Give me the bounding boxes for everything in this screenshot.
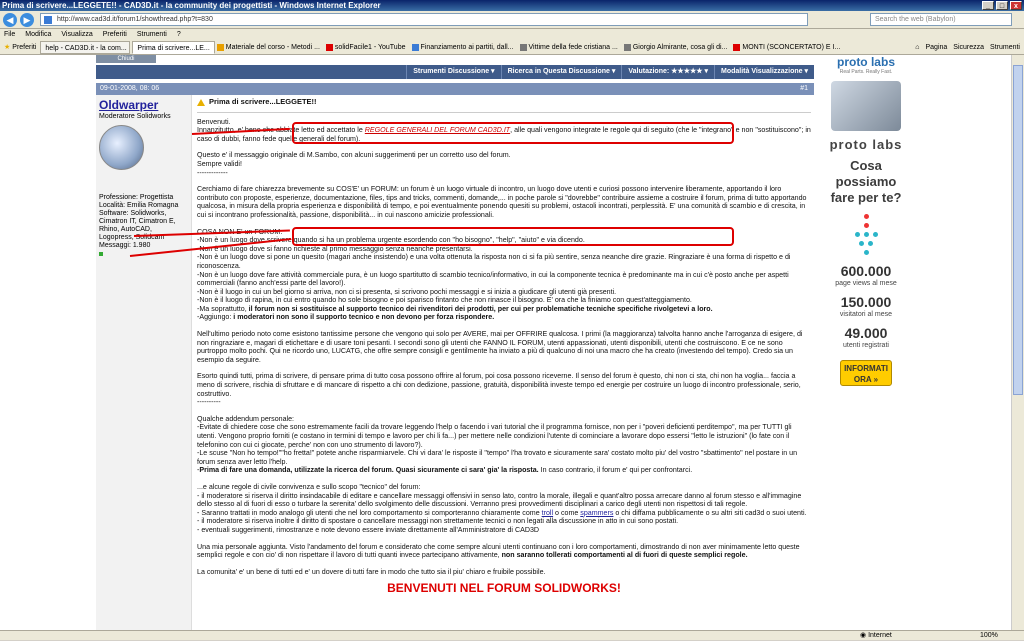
vertical-scrollbar[interactable] [1011, 55, 1024, 630]
stat-users-label: utenti registrati [843, 342, 889, 349]
fav-link-vittime[interactable]: Vittime della fede cristiana ... [519, 43, 618, 51]
troll-link[interactable]: troll [542, 509, 553, 517]
ad-logo: proto labs [836, 55, 895, 69]
warning-icon [197, 98, 205, 106]
ad-brand: proto labs [829, 137, 903, 152]
username-link[interactable]: Oldwarper [99, 98, 188, 112]
tab-help[interactable]: help - CAD3D.it - la com... [40, 40, 131, 54]
forum-content: Chiudi Strumenti Discussione ▾ Ricerca i… [96, 55, 816, 630]
divider [197, 111, 811, 113]
post-title-text: Prima di scrivere...LEGGETE!! [209, 97, 317, 106]
window-controls: _ □ x [982, 1, 1022, 10]
window-titlebar: Prima di scrivere...LEGGETE!! - CAD3D.it… [0, 0, 1024, 11]
menu-modifica[interactable]: Modifica [25, 29, 51, 40]
strumenti-discussione-menu[interactable]: Strumenti Discussione ▾ [406, 65, 500, 79]
fav-link-monti[interactable]: MONTI (SCONCERTATO) E I... [733, 43, 840, 51]
favicon-icon [623, 43, 631, 51]
favicon-icon [411, 43, 419, 51]
post-header: 09-01-2008, 08: 06 #1 [96, 83, 814, 95]
menu-help[interactable]: ? [177, 29, 181, 40]
menu-file[interactable]: File [4, 29, 15, 40]
address-toolbar: ◀ ▶ http://www.cad3d.it/forum1/showthrea… [0, 11, 1024, 29]
tab-prima-di-scrivere[interactable]: Prima di scrivere...LE... [132, 40, 215, 54]
sicurezza-menu[interactable]: Sicurezza [953, 44, 984, 51]
home-icon[interactable]: ⌂ [915, 44, 919, 51]
scrollbar-thumb[interactable] [1013, 65, 1023, 395]
fav-link-finanziamento[interactable]: Finanziamento ai partiti, dall... [411, 43, 514, 51]
paragraph-aggiunta: Una mia personale aggiunta. Visto l'anda… [197, 542, 800, 560]
youtube-icon [733, 43, 741, 51]
post-body: Prima di scrivere...LEGGETE!! Benvenuti.… [197, 95, 811, 630]
ad-dots-graphic [825, 214, 907, 255]
menu-visualizza[interactable]: Visualizza [61, 29, 92, 40]
paragraph-comunita: La comunita' e' un bene di tutti ed e' u… [197, 567, 546, 576]
paragraph-ultimo-periodo: Nell'ultimo periodo noto come esistono t… [197, 330, 803, 364]
stat-visitors-label: visitatori al mese [839, 311, 893, 318]
thread-toolbar: Strumenti Discussione ▾ Ricerca in Quest… [96, 65, 814, 79]
stat-page-views: 600.000 [840, 263, 892, 279]
paragraph-esorto: Esorto quindi tutti, prima di scrivere, … [197, 372, 801, 407]
menu-strumenti[interactable]: Strumenti [137, 29, 167, 40]
pagina-menu[interactable]: Pagina [926, 44, 948, 51]
search-input[interactable]: Search the web (Babylon) [870, 13, 1012, 26]
ad-parts-image [831, 81, 901, 131]
address-input[interactable]: http://www.cad3d.it/forum1/showthread.ph… [40, 13, 808, 26]
user-box: Oldwarper Moderatore Solidworks Professi… [96, 95, 192, 630]
modalita-visualizzazione-menu[interactable]: Modalità Visualizzazione ▾ [713, 65, 814, 79]
user-info: Professione: Progettista Località: Emili… [99, 194, 179, 249]
menu-bar: File Modifica Visualizza Preferiti Strum… [0, 29, 1024, 40]
user-title: Moderatore Solidworks [99, 113, 171, 120]
favicon-icon [216, 43, 224, 51]
paragraph-original: Questo e' il messaggio originale di M.Sa… [197, 151, 511, 177]
advertisement-sidebar[interactable]: proto labs Real Parts. Really Fast. prot… [825, 55, 907, 630]
favorites-label: Preferiti [12, 43, 37, 51]
menu-preferiti[interactable]: Preferiti [103, 29, 127, 40]
stat-page-views-label: page views al mese [835, 280, 897, 287]
forward-button[interactable]: ▶ [20, 12, 34, 27]
fav-link-youtube[interactable]: solidFacile1 - YouTube [325, 43, 406, 51]
star-icon: ★ [4, 44, 11, 51]
informati-ora-button[interactable]: INFORMATI ORA » [840, 360, 892, 386]
favorites-button[interactable]: ★ Preferiti [0, 43, 40, 52]
page-viewport: Chiudi Strumenti Discussione ▾ Ricerca i… [0, 55, 1011, 630]
ricerca-discussione-menu[interactable]: Ricerca in Questa Discussione ▾ [500, 65, 622, 79]
annotation-box-2 [292, 227, 734, 246]
close-tab-button[interactable]: Chiudi [96, 55, 156, 63]
strumenti-menu[interactable]: Strumenti [990, 44, 1020, 51]
welcome-banner: BENVENUTI NEL FORUM SOLIDWORKS! [387, 581, 621, 596]
annotation-box-1 [292, 122, 734, 144]
globe-icon: ◉ [860, 632, 869, 639]
status-bar: ◉ Internet 100% [0, 630, 1024, 640]
post-title: Prima di scrivere...LEGGETE!! [197, 97, 811, 107]
youtube-icon [325, 43, 333, 51]
post-date: 09-01-2008, 08: 06 [100, 85, 160, 92]
url-text: http://www.cad3d.it/forum1/showthread.ph… [57, 16, 213, 23]
valutazione-menu[interactable]: Valutazione: ★★★★★ ▾ [621, 65, 714, 79]
minimize-button[interactable]: _ [982, 1, 994, 10]
page-icon [44, 16, 52, 24]
stat-users: 49.000 [844, 325, 888, 341]
spammers-link[interactable]: spammers [580, 509, 613, 517]
favorites-bar: ★ Preferiti help - CAD3D.it - la com... … [0, 40, 1024, 55]
favicon-icon [519, 43, 527, 51]
close-button[interactable]: x [1010, 1, 1022, 10]
paragraph-cos-e: Cerchiamo di fare chiarezza brevemente s… [197, 185, 807, 219]
ad-tagline: Real Parts. Really Fast. [839, 69, 893, 75]
paragraph-regole: ...e alcune regole di civile convivenza … [197, 482, 807, 534]
fav-link-materiale[interactable]: Materiale del corso - Metodi ... [216, 43, 320, 51]
maximize-button[interactable]: □ [996, 1, 1008, 10]
window-title: Prima di scrivere...LEGGETE!! - CAD3D.it… [2, 1, 381, 10]
fav-link-almirante[interactable]: Giorgio Almirante, cosa gli di... [623, 43, 727, 51]
paragraph-addendum: Qualche addendum personale: -Evitate di … [197, 414, 798, 475]
post-number[interactable]: #1 [800, 83, 808, 95]
online-status-icon [99, 252, 103, 256]
stat-visitors: 150.000 [840, 294, 892, 310]
back-button[interactable]: ◀ [3, 12, 17, 27]
avatar [99, 125, 144, 170]
ad-question: Cosa possiamo fare per te? [830, 158, 902, 205]
